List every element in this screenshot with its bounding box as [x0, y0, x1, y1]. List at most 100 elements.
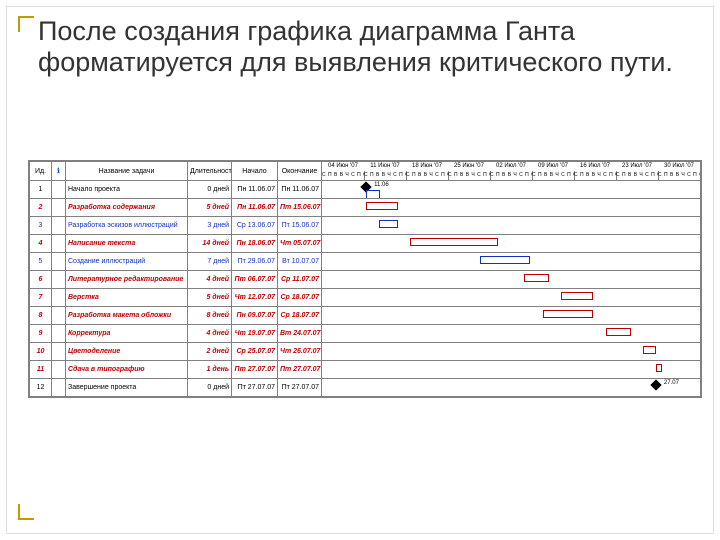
gantt-bar-critical [656, 364, 662, 372]
gantt-bar-critical [561, 292, 593, 300]
cell-finish: Чт 05.07.07 [278, 235, 322, 253]
milestone-label: 11.06 [374, 182, 389, 188]
cell-indicator [52, 217, 66, 235]
chart-cell [322, 325, 701, 343]
cell-name: Разработка содержания [66, 199, 188, 217]
timeline-week: 09 Июл '07 [532, 162, 575, 171]
cell-start: Пт 27.07.07 [232, 361, 278, 379]
timeline-header: 04 Июн '07 С П В В Ч С П С П В В Ч С П С … [322, 162, 701, 181]
cell-name: Завершение проекта [66, 379, 188, 397]
table-row: 2Разработка содержания5 днейПн 11.06.07П… [30, 199, 701, 217]
table-row: 11Сдача в типографию1 деньПт 27.07.07Пт … [30, 361, 701, 379]
cell-finish: Чт 26.07.07 [278, 343, 322, 361]
cell-name: Начало проекта [66, 181, 188, 199]
col-name: Название задачи [66, 162, 188, 181]
chart-cell: 11.06 [322, 181, 701, 199]
cell-start: Пн 11.06.07 [232, 181, 278, 199]
cell-start: Пн 09.07.07 [232, 307, 278, 325]
cell-indicator [52, 325, 66, 343]
gantt-bar [379, 220, 398, 228]
decor-corner-tl [18, 16, 34, 32]
cell-indicator [52, 361, 66, 379]
cell-id: 7 [30, 289, 52, 307]
milestone-label: 27.07 [664, 380, 679, 386]
chart-cell [322, 217, 701, 235]
gantt-bar-critical [524, 274, 549, 282]
cell-indicator [52, 307, 66, 325]
cell-finish: Пн 11.06.07 [278, 181, 322, 199]
chart-cell [322, 307, 701, 325]
table-row: 4 Написание текста14 днейПн 18.06.07Чт 05… [30, 235, 701, 253]
cell-name: Литературное редактирование [66, 271, 188, 289]
table-row: 9Корректура4 днейЧт 19.07.07Вт 24.07.07 [30, 325, 701, 343]
cell-start: Пт 27.07.07 [232, 379, 278, 397]
cell-duration: 0 дней [188, 379, 232, 397]
col-id: Ид. [30, 162, 52, 181]
timeline-days: С П В В Ч С П С П В В Ч С П С П В В Ч С … [616, 171, 659, 180]
cell-name: Верстка [66, 289, 188, 307]
cell-id: 6 [30, 271, 52, 289]
col-indicator: ℹ [52, 162, 66, 181]
timeline-days: С П В В Ч С П С П В В Ч С П С П В В Ч С … [448, 171, 491, 180]
timeline-days: С П В В Ч С П С П В В Ч С П С П В В Ч С … [532, 171, 575, 180]
cell-name: Создание иллюстраций [66, 253, 188, 271]
cell-name: Написание текста [66, 235, 188, 253]
chart-cell [322, 253, 701, 271]
cell-start: Пн 18.06.07 [232, 235, 278, 253]
cell-duration: 1 день [188, 361, 232, 379]
cell-duration: 0 дней [188, 181, 232, 199]
cell-duration: 4 дней [188, 271, 232, 289]
chart-cell [322, 271, 701, 289]
chart-cell [322, 289, 701, 307]
timeline-days: С П В В Ч С П С П В В Ч С П С П В В Ч С … [574, 171, 617, 180]
timeline-week: 23 Июл '07 [616, 162, 659, 171]
cell-duration: 5 дней [188, 199, 232, 217]
cell-name: Цветоделение [66, 343, 188, 361]
cell-finish: Вт 24.07.07 [278, 325, 322, 343]
timeline-days: С П В В Ч С П С П В В Ч С П С П В В Ч С … [490, 171, 533, 180]
cell-finish: Ср 11.07.07 [278, 271, 322, 289]
cell-indicator [52, 289, 66, 307]
gantt-bar-critical [410, 238, 498, 246]
timeline-week: 11 Июн '07 [364, 162, 407, 171]
cell-start: Ср 13.06.07 [232, 217, 278, 235]
chart-cell [322, 343, 701, 361]
cell-duration: 14 дней [188, 235, 232, 253]
gantt-milestone [650, 379, 661, 390]
chart-cell: 27.07 [322, 379, 701, 397]
col-duration: Длительность [188, 162, 232, 181]
cell-start: Пт 06.07.07 [232, 271, 278, 289]
cell-start: Ср 25.07.07 [232, 343, 278, 361]
cell-start: Пн 11.06.07 [232, 199, 278, 217]
cell-duration: 3 дней [188, 217, 232, 235]
table-row: 10Цветоделение2 днейСр 25.07.07Чт 26.07.… [30, 343, 701, 361]
gantt-bar [480, 256, 530, 264]
timeline-week: 25 Июн '07 [448, 162, 491, 171]
timeline-days: С П В В Ч С П С П В В Ч С П С П В В Ч С … [658, 171, 701, 180]
timeline-week: 02 Июл '07 [490, 162, 533, 171]
cell-indicator [52, 181, 66, 199]
table-header-row: Ид. ℹ Название задачи Длительность Начал… [30, 162, 701, 181]
chart-cell [322, 199, 701, 217]
decor-corner-bl [18, 504, 34, 520]
gantt-bar-critical [543, 310, 593, 318]
cell-indicator [52, 235, 66, 253]
cell-id: 9 [30, 325, 52, 343]
table-row: 7Верстка5 днейЧт 12.07.07Ср 18.07.07 [30, 289, 701, 307]
cell-name: Разработка эскизов иллюстраций [66, 217, 188, 235]
table-row: 6 Литературное редактирование4 днейПт 06.… [30, 271, 701, 289]
cell-id: 4 [30, 235, 52, 253]
cell-finish: Пт 27.07.07 [278, 361, 322, 379]
gantt-table: Ид. ℹ Название задачи Длительность Начал… [29, 161, 701, 397]
gantt-bar-critical [366, 202, 398, 210]
cell-finish: Ср 18.07.07 [278, 307, 322, 325]
timeline-week: 16 Июл '07 [574, 162, 617, 171]
timeline-week: 30 Июл '07 [658, 162, 701, 171]
timeline-week: 04 Июн '07 [322, 162, 365, 171]
table-row: 12Завершение проекта0 днейПт 27.07.07Пт … [30, 379, 701, 397]
cell-name: Корректура [66, 325, 188, 343]
cell-duration: 4 дней [188, 325, 232, 343]
chart-cell [322, 235, 701, 253]
cell-id: 8 [30, 307, 52, 325]
cell-finish: Ср 18.07.07 [278, 289, 322, 307]
